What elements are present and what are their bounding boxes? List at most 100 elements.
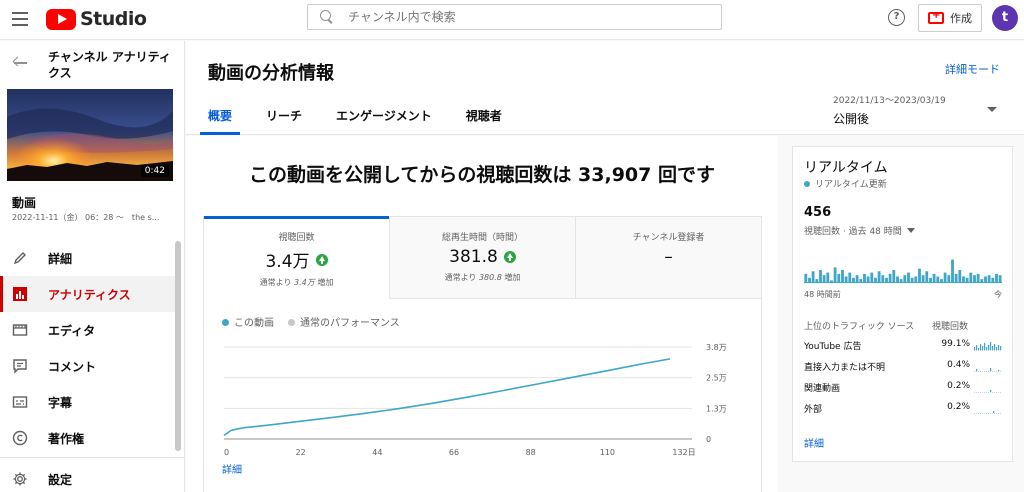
sparkline-bar bbox=[984, 343, 986, 350]
x-tick-label: 66 bbox=[449, 448, 459, 457]
traffic-source-name: 関連動画 bbox=[804, 384, 841, 394]
sidebar-item-label: 著作権 bbox=[48, 431, 85, 446]
traffic-header-views: 視聴回数 bbox=[932, 322, 969, 332]
tab-audience[interactable]: 視聴者 bbox=[458, 97, 510, 135]
sidebar-title: チャンネル アナリティクス bbox=[48, 50, 171, 80]
realtime-bar bbox=[962, 276, 965, 283]
realtime-bar bbox=[833, 267, 837, 283]
avatar[interactable]: t bbox=[992, 5, 1018, 31]
x-tick-label: 22 bbox=[296, 448, 306, 457]
live-dot-icon bbox=[804, 180, 810, 187]
sparkline-bar bbox=[982, 346, 984, 350]
create-button[interactable]: 作成 bbox=[918, 4, 982, 32]
realtime-bar bbox=[870, 272, 874, 283]
overview-panel: この動画を公開してからの視聴回数は 33,907 回です 視聴回数 3.4万 通… bbox=[186, 136, 778, 492]
table-row[interactable]: 関連動画 0.2% bbox=[804, 381, 1002, 401]
metric-subscribers[interactable]: チャンネル登録者 – bbox=[576, 217, 761, 299]
realtime-bar bbox=[819, 270, 822, 283]
sparkline-bar bbox=[990, 368, 992, 371]
legend-label: 通常のパフォーマンス bbox=[300, 318, 400, 329]
metric-sub-value: 3.4万 bbox=[294, 278, 315, 287]
traffic-table-header: 上位のトラフィック ソース 視聴回数 bbox=[804, 319, 1002, 332]
table-row[interactable]: YouTube 広告 99.1% bbox=[804, 339, 1002, 359]
realtime-bar bbox=[940, 279, 943, 283]
realtime-bar bbox=[866, 276, 870, 283]
search-input[interactable] bbox=[348, 10, 688, 24]
realtime-bar bbox=[918, 268, 921, 283]
tab-overview[interactable]: 概要 bbox=[200, 97, 241, 135]
detail-mode-link[interactable]: 詳細モード bbox=[945, 61, 1000, 77]
sidebar-item-settings[interactable]: 設定 bbox=[0, 461, 178, 492]
realtime-bar bbox=[892, 270, 896, 283]
realtime-bar bbox=[822, 275, 826, 283]
realtime-bar bbox=[837, 273, 841, 283]
video-thumbnail[interactable]: 0:42 bbox=[7, 89, 173, 181]
table-row[interactable]: 外部 0.2% bbox=[804, 402, 1002, 422]
metrics-card: 視聴回数 3.4万 通常より 3.4万 増加 総再生時間（時間） 381.8 通… bbox=[203, 216, 762, 492]
realtime-bar bbox=[826, 272, 830, 283]
sparkline-bar bbox=[980, 344, 982, 350]
y-tick-label: 1.3万 bbox=[706, 404, 727, 413]
sparkline-bar bbox=[986, 347, 988, 350]
back-arrow-icon[interactable] bbox=[12, 57, 28, 69]
realtime-bar-chart bbox=[804, 259, 1002, 283]
sparkline-bar bbox=[996, 347, 998, 350]
youtube-logo-icon bbox=[46, 8, 76, 30]
x-tick-label: 44 bbox=[372, 448, 382, 457]
traffic-sparkline bbox=[974, 411, 1002, 414]
realtime-bar bbox=[874, 277, 877, 283]
sidebar-item-comments[interactable]: コメント bbox=[0, 348, 178, 384]
sidebar-nav: 詳細 アナリティクス エディタ コメント 字幕 著作権 bbox=[0, 240, 178, 456]
realtime-bar bbox=[859, 279, 863, 283]
realtime-bar bbox=[929, 277, 932, 283]
realtime-bar bbox=[951, 259, 954, 283]
realtime-bar bbox=[984, 276, 987, 283]
menu-icon[interactable] bbox=[12, 12, 28, 26]
realtime-bar bbox=[958, 270, 962, 283]
legend-dot bbox=[288, 319, 295, 326]
metric-sub-suffix: 増加 bbox=[314, 278, 334, 287]
realtime-axis: 48 時間前 今 bbox=[804, 289, 1002, 300]
sparkline-bar bbox=[990, 390, 992, 392]
metric-watch-time[interactable]: 総再生時間（時間） 381.8 通常より 380.8 増加 bbox=[390, 217, 576, 299]
realtime-bar bbox=[863, 273, 866, 283]
realtime-bar bbox=[848, 272, 852, 283]
realtime-more-link[interactable]: 詳細 bbox=[804, 435, 824, 450]
sidebar-item-analytics[interactable]: アナリティクス bbox=[0, 276, 178, 312]
realtime-bar bbox=[987, 275, 991, 283]
sidebar-item-label: コメント bbox=[48, 359, 97, 374]
metric-value: 3.4万 bbox=[265, 252, 310, 272]
sidebar-item-details[interactable]: 詳細 bbox=[0, 240, 178, 276]
sparkline-bar bbox=[976, 369, 978, 371]
help-icon[interactable]: ? bbox=[888, 9, 905, 26]
realtime-bar bbox=[815, 279, 819, 283]
realtime-update-label: リアルタイム更新 bbox=[815, 180, 887, 190]
metric-sub-value: 380.8 bbox=[478, 273, 502, 282]
sparkline-bar bbox=[974, 347, 976, 350]
date-range-selector[interactable]: 2022/11/13～2023/03/19 公開後 bbox=[833, 93, 1003, 127]
metric-label: 視聴回数 bbox=[278, 233, 315, 243]
realtime-period-selector[interactable]: 視聴回数 · 過去 48 時間 bbox=[804, 224, 915, 237]
sidebar-item-label: 字幕 bbox=[48, 395, 73, 410]
create-label: 作成 bbox=[950, 12, 972, 25]
overview-more-link[interactable]: 詳細 bbox=[222, 461, 242, 476]
sidebar-item-label: 設定 bbox=[48, 472, 73, 487]
search-box[interactable] bbox=[307, 4, 722, 30]
sparkline-bar bbox=[1000, 346, 1002, 350]
traffic-source-pct: 0.4% bbox=[947, 360, 970, 370]
table-row[interactable]: 直接入力または不明 0.4% bbox=[804, 360, 1002, 380]
sidebar-item-editor[interactable]: エディタ bbox=[0, 312, 178, 348]
views-headline: この動画を公開してからの視聴回数は 33,907 回です bbox=[249, 164, 715, 186]
x-tick-label: 0 bbox=[224, 448, 229, 457]
tab-engagement[interactable]: エンゲージメント bbox=[328, 97, 440, 135]
sidebar-item-copyright[interactable]: 著作権 bbox=[0, 420, 178, 456]
sidebar-item-subtitles[interactable]: 字幕 bbox=[0, 384, 178, 420]
realtime-bar bbox=[943, 272, 947, 283]
metric-views[interactable]: 視聴回数 3.4万 通常より 3.4万 増加 bbox=[204, 216, 390, 299]
tab-reach[interactable]: リーチ bbox=[258, 97, 310, 135]
studio-logo[interactable]: Studio bbox=[46, 8, 147, 30]
realtime-bar bbox=[976, 273, 980, 283]
x-tick-label: 110 bbox=[600, 448, 615, 457]
realtime-bar bbox=[841, 270, 844, 283]
sidebar-scrollbar[interactable] bbox=[175, 241, 181, 451]
